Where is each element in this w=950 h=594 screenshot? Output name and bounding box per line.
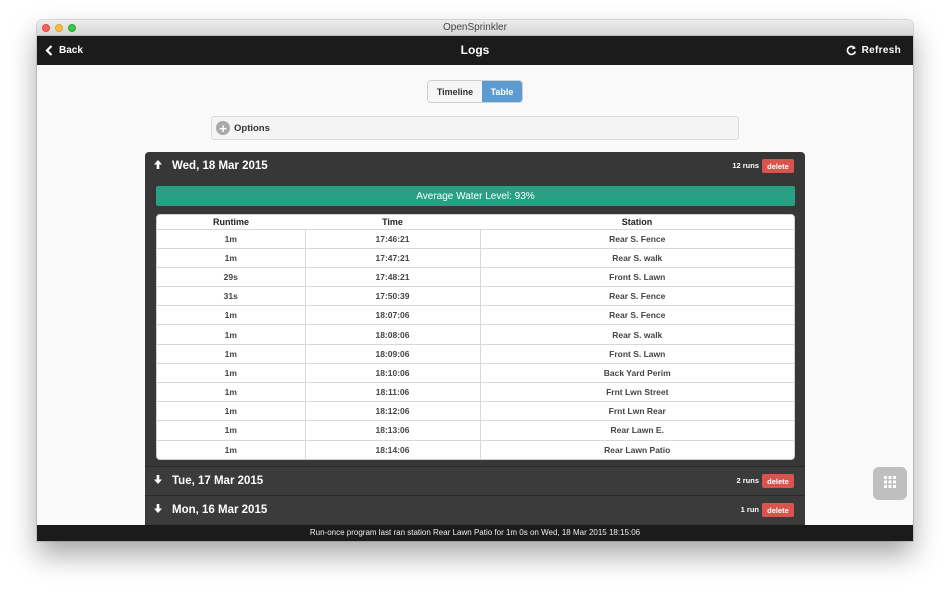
run-count: 1 run: [740, 505, 759, 515]
run-count: 12 runs: [732, 161, 759, 170]
runtime-cell: 1m: [157, 420, 305, 441]
table-row: 1m 18:11:06 Frnt Lwn Street: [157, 381, 794, 402]
refresh-button[interactable]: Refresh: [846, 36, 901, 65]
time-cell: 18:12:06: [304, 401, 480, 421]
station-cell: Rear Lawn Patio: [479, 439, 794, 460]
runtime-cell: 1m: [157, 362, 305, 383]
station-cell: Rear S. Fence: [479, 228, 794, 249]
table-row: 1m 18:14:06 Rear Lawn Patio: [157, 439, 794, 460]
delete-button[interactable]: delete: [762, 474, 794, 489]
refresh-icon: [846, 45, 857, 56]
logs-page: Timeline Table + Options Wed, 18 Mar 201…: [37, 65, 913, 525]
station-cell: Back Yard Perim: [479, 362, 794, 383]
table-row: 1m 18:07:06 Rear S. Fence: [157, 305, 794, 325]
table-row: 1m 17:46:21 Rear S. Fence: [157, 228, 794, 249]
day-header[interactable]: Wed, 18 Mar 2015 12 runs delete: [145, 152, 805, 180]
window-title: OpenSprinkler: [443, 22, 507, 33]
table-row: 1m 18:08:06 Rear S. walk: [157, 324, 794, 345]
station-cell: Frnt Lwn Street: [479, 381, 794, 402]
column-header-station: Station: [480, 215, 794, 229]
station-cell: Front S. Lawn: [479, 343, 794, 364]
station-cell: Frnt Lwn Rear: [479, 401, 794, 421]
table-row: 1m 18:13:06 Rear Lawn E.: [157, 420, 794, 441]
table-row: 1m 18:09:06 Front S. Lawn: [157, 343, 794, 364]
day-details: Average Water Level: 93% Runtime Time St…: [145, 180, 805, 467]
column-header-runtime: Runtime: [157, 215, 305, 229]
day-header[interactable]: Mon, 16 Mar 2015 1 run delete: [145, 495, 805, 525]
time-cell: 18:13:06: [304, 420, 480, 441]
runtime-cell: 1m: [157, 247, 305, 268]
arrow-up-icon: [153, 157, 164, 175]
grid-icon: [884, 475, 896, 493]
station-cell: Rear Lawn E.: [479, 420, 794, 441]
time-cell: 18:14:06: [304, 439, 480, 460]
runtime-cell: 1m: [157, 343, 305, 364]
column-header-time: Time: [305, 215, 480, 229]
runtime-cell: 1m: [157, 401, 305, 421]
table-row: 1m 17:47:21 Rear S. walk: [157, 247, 794, 268]
table-row: 1m 18:12:06 Frnt Lwn Rear: [157, 401, 794, 421]
water-level-bar: Average Water Level: 93%: [156, 186, 795, 206]
plus-circle-icon: +: [216, 121, 230, 135]
page-title: Logs: [460, 43, 490, 57]
station-cell: Rear S. Fence: [479, 305, 794, 325]
station-cell: Rear S. walk: [479, 324, 794, 345]
logs-list: Wed, 18 Mar 2015 12 runs delete Average …: [145, 152, 805, 525]
runtime-cell: 1m: [157, 324, 305, 345]
grid-menu-button[interactable]: [873, 467, 907, 500]
runtime-cell: 1m: [157, 381, 305, 402]
app-header: Back Logs Refresh: [37, 36, 913, 65]
time-cell: 18:10:06: [304, 362, 480, 383]
run-count: 2 runs: [736, 476, 759, 486]
time-cell: 18:09:06: [304, 343, 480, 364]
time-cell: 18:11:06: [304, 381, 480, 402]
table-row: 31s 17:50:39 Rear S. Fence: [157, 286, 794, 306]
table-row: 1m 18:10:06 Back Yard Perim: [157, 362, 794, 383]
tab-timeline[interactable]: Timeline: [428, 81, 482, 102]
time-cell: 18:08:06: [304, 324, 480, 345]
day-header[interactable]: Tue, 17 Mar 2015 2 runs delete: [145, 466, 805, 496]
refresh-label: Refresh: [861, 45, 901, 56]
arrow-down-icon: [153, 501, 164, 519]
runtime-cell: 31s: [157, 286, 305, 306]
delete-button[interactable]: delete: [762, 159, 794, 173]
runtime-cell: 29s: [157, 266, 305, 287]
time-cell: 17:46:21: [304, 228, 480, 249]
station-cell: Front S. Lawn: [479, 266, 794, 287]
arrow-down-icon: [153, 472, 164, 490]
status-footer: Run-once program last ran station Rear L…: [37, 525, 913, 541]
options-label: Options: [234, 122, 270, 134]
runtime-cell: 1m: [157, 305, 305, 325]
runtime-cell: 1m: [157, 228, 305, 249]
delete-button[interactable]: delete: [762, 503, 794, 518]
runtime-cell: 1m: [157, 439, 305, 460]
station-cell: Rear S. Fence: [479, 286, 794, 306]
table-row: 29s 17:48:21 Front S. Lawn: [157, 266, 794, 287]
time-cell: 18:07:06: [304, 305, 480, 325]
day-label: Tue, 17 Mar 2015: [172, 475, 264, 488]
day-label: Mon, 16 Mar 2015: [172, 504, 268, 517]
options-collapsible[interactable]: + Options: [211, 116, 739, 140]
day-label: Wed, 18 Mar 2015: [172, 160, 268, 172]
app-window: OpenSprinkler Back Logs Refresh Timeline…: [37, 20, 913, 541]
time-cell: 17:48:21: [304, 266, 480, 287]
time-cell: 17:47:21: [304, 247, 480, 268]
log-table: Runtime Time Station 1m 17:46:21 Rear S. F…: [156, 214, 795, 461]
view-toggle: Timeline Table: [427, 80, 523, 103]
table-header-row: Runtime Time Station: [157, 215, 794, 229]
station-cell: Rear S. walk: [479, 247, 794, 268]
window-titlebar: OpenSprinkler: [37, 20, 913, 36]
tab-table[interactable]: Table: [482, 81, 522, 102]
time-cell: 17:50:39: [304, 286, 480, 306]
